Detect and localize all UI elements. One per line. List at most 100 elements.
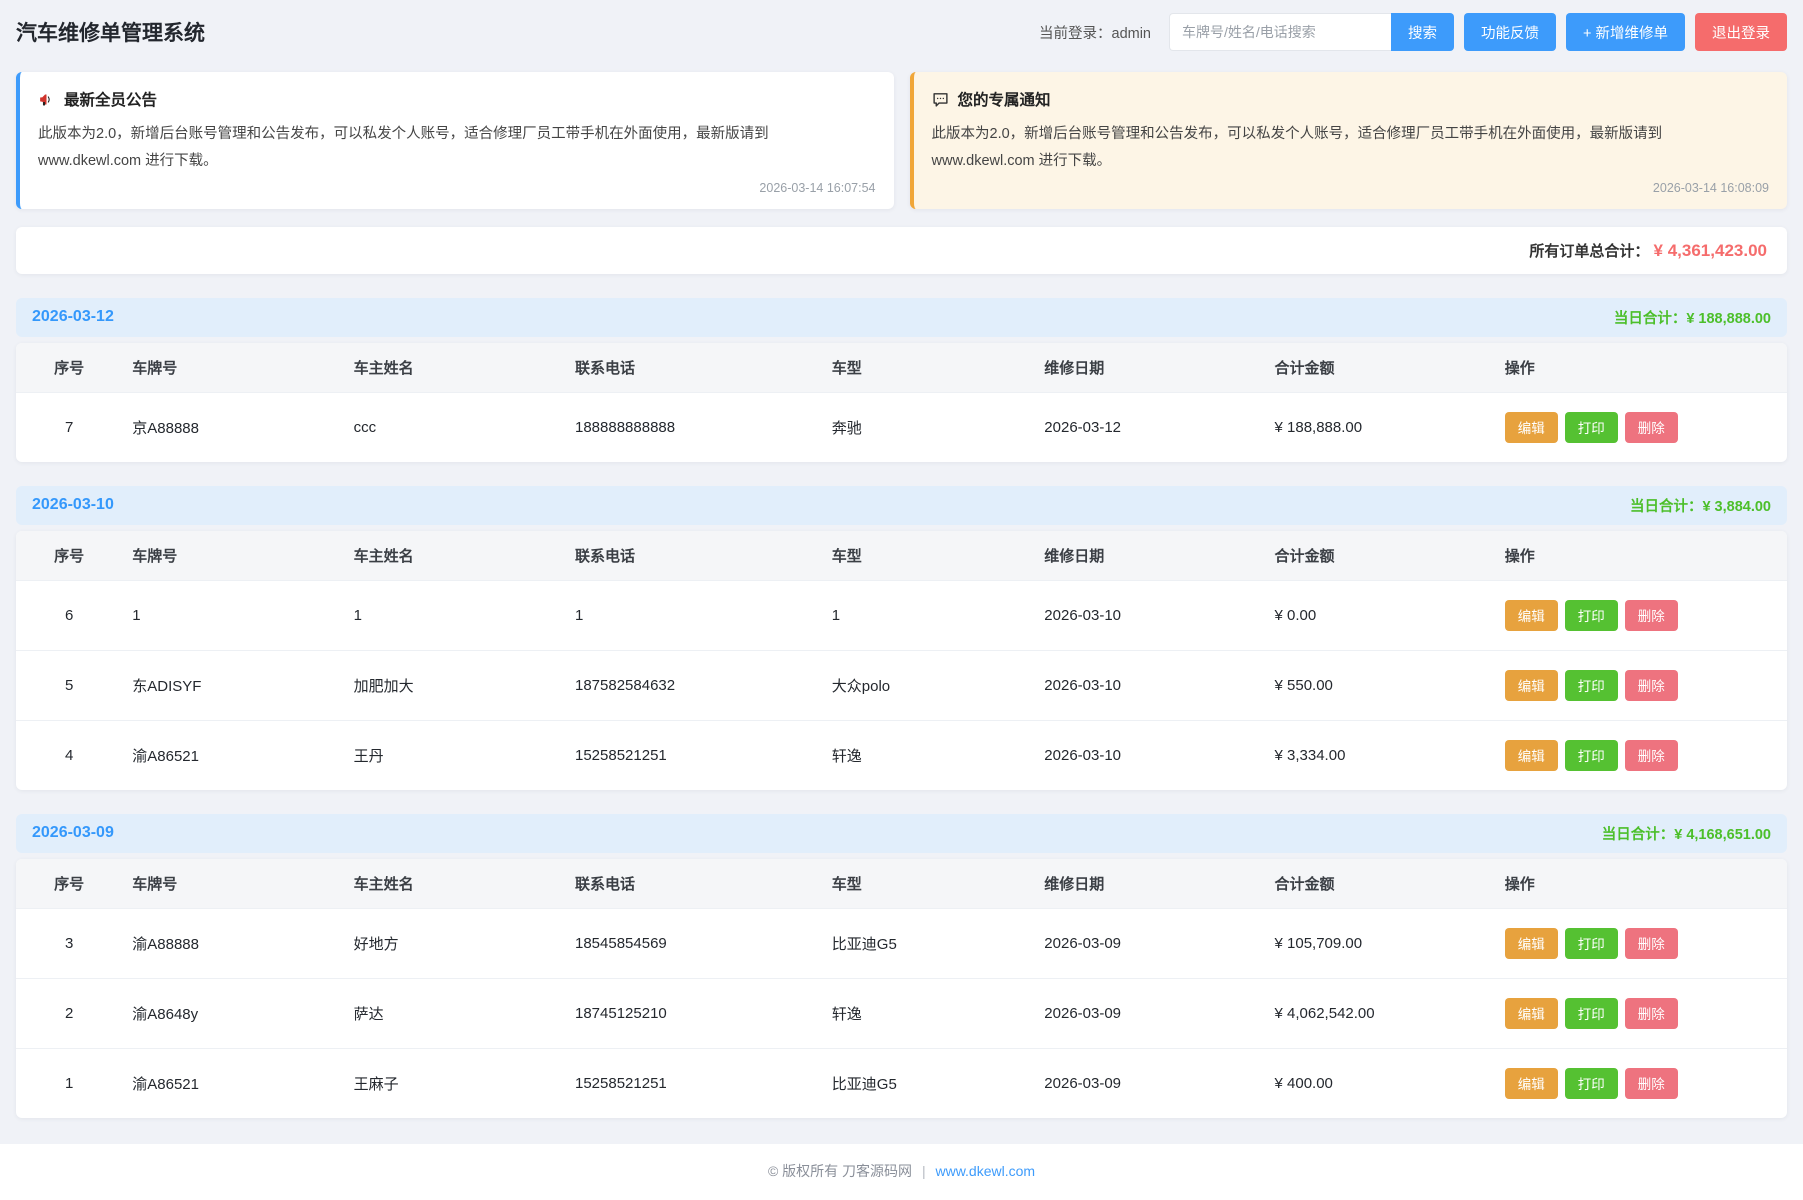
- day-total: 当日合计：¥ 188,888.00: [1614, 307, 1771, 328]
- orders-table-card: 序号车牌号车主姓名联系电话车型维修日期合计金额操作 611112026-03-1…: [16, 531, 1787, 790]
- cell-owner-name: 加肥加大: [344, 650, 565, 720]
- cell-owner-name: 好地方: [344, 908, 565, 978]
- column-header: 车主姓名: [344, 343, 565, 393]
- column-header: 车牌号: [122, 531, 343, 581]
- cell-car-model: 轩逸: [822, 978, 1035, 1048]
- cell-owner-name: 萨达: [344, 978, 565, 1048]
- table-body: 3渝A88888好地方18545854569比亚迪G52026-03-09¥ 1…: [16, 908, 1787, 1118]
- cell-repair-date: 2026-03-10: [1034, 580, 1264, 650]
- speech-bubble-icon: [932, 91, 949, 108]
- footer-link[interactable]: www.dkewl.com: [935, 1163, 1035, 1179]
- cell-repair-date: 2026-03-10: [1034, 720, 1264, 790]
- cell-car-model: 大众polo: [822, 650, 1035, 720]
- cell-car-model: 1: [822, 580, 1035, 650]
- cell-car-model: 轩逸: [822, 720, 1035, 790]
- search-input[interactable]: [1169, 13, 1391, 51]
- column-header: 联系电话: [565, 859, 822, 909]
- cell-phone: 15258521251: [565, 1048, 822, 1118]
- print-button[interactable]: 打印: [1565, 1068, 1618, 1099]
- column-header: 维修日期: [1034, 343, 1264, 393]
- delete-button[interactable]: 删除: [1625, 998, 1678, 1029]
- cell-amount: ¥ 3,334.00: [1265, 720, 1495, 790]
- announcement-title: 您的专属通知: [958, 88, 1051, 110]
- edit-button[interactable]: 编辑: [1505, 928, 1558, 959]
- day-total: 当日合计：¥ 4,168,651.00: [1602, 823, 1771, 844]
- row-actions: 编辑打印删除: [1495, 1048, 1787, 1118]
- column-header: 序号: [16, 859, 122, 909]
- announcements: 最新全员公告 此版本为2.0，新增后台账号管理和公告发布，可以私发个人账号，适合…: [16, 72, 1787, 209]
- announcement-title-row: 最新全员公告: [38, 88, 876, 110]
- table-row: 2渝A8648y萨达18745125210轩逸2026-03-09¥ 4,062…: [16, 978, 1787, 1048]
- edit-button[interactable]: 编辑: [1505, 1068, 1558, 1099]
- print-button[interactable]: 打印: [1565, 998, 1618, 1029]
- row-actions: 编辑打印删除: [1495, 650, 1787, 720]
- copyright-text: © 版权所有 刀客源码网: [768, 1163, 912, 1179]
- cell-amount: ¥ 188,888.00: [1265, 392, 1495, 462]
- megaphone-icon: [38, 91, 55, 108]
- print-button[interactable]: 打印: [1565, 928, 1618, 959]
- column-header: 维修日期: [1034, 531, 1264, 581]
- search-group: 搜索: [1169, 13, 1454, 51]
- day-section: 2026-03-09 当日合计：¥ 4,168,651.00 序号车牌号车主姓名…: [16, 814, 1787, 1118]
- delete-button[interactable]: 删除: [1625, 1068, 1678, 1099]
- cell-repair-date: 2026-03-10: [1034, 650, 1264, 720]
- print-button[interactable]: 打印: [1565, 412, 1618, 443]
- column-header: 合计金额: [1265, 859, 1495, 909]
- edit-button[interactable]: 编辑: [1505, 670, 1558, 701]
- cell-amount: ¥ 550.00: [1265, 650, 1495, 720]
- delete-button[interactable]: 删除: [1625, 600, 1678, 631]
- cell-car-model: 比亚迪G5: [822, 1048, 1035, 1118]
- section-date: 2026-03-12: [32, 308, 114, 326]
- print-button[interactable]: 打印: [1565, 670, 1618, 701]
- cell-phone: 18545854569: [565, 908, 822, 978]
- date-bar: 2026-03-09 当日合计：¥ 4,168,651.00: [16, 814, 1787, 853]
- announcement-card-global: 最新全员公告 此版本为2.0，新增后台账号管理和公告发布，可以私发个人账号，适合…: [16, 72, 894, 209]
- row-actions: 编辑打印删除: [1495, 908, 1787, 978]
- cell-owner-name: 1: [344, 580, 565, 650]
- table-body: 611112026-03-10¥ 0.00编辑打印删除5东ADISYF加肥加大1…: [16, 580, 1787, 790]
- column-header: 车型: [822, 343, 1035, 393]
- delete-button[interactable]: 删除: [1625, 412, 1678, 443]
- column-header: 操作: [1495, 531, 1787, 581]
- search-button[interactable]: 搜索: [1391, 13, 1454, 51]
- table-row: 1渝A86521王麻子15258521251比亚迪G52026-03-09¥ 4…: [16, 1048, 1787, 1118]
- announcement-card-personal: 您的专属通知 此版本为2.0，新增后台账号管理和公告发布，可以私发个人账号，适合…: [910, 72, 1788, 209]
- login-status: 当前登录：admin: [1039, 22, 1151, 43]
- column-header: 车主姓名: [344, 531, 565, 581]
- edit-button[interactable]: 编辑: [1505, 600, 1558, 631]
- cell-phone: 1: [565, 580, 822, 650]
- cell-car-model: 比亚迪G5: [822, 908, 1035, 978]
- print-button[interactable]: 打印: [1565, 740, 1618, 771]
- table-row: 7京A88888ccc188888888888奔驰2026-03-12¥ 188…: [16, 392, 1787, 462]
- column-header: 合计金额: [1265, 531, 1495, 581]
- row-actions: 编辑打印删除: [1495, 580, 1787, 650]
- edit-button[interactable]: 编辑: [1505, 412, 1558, 443]
- delete-button[interactable]: 删除: [1625, 740, 1678, 771]
- column-header: 车型: [822, 531, 1035, 581]
- delete-button[interactable]: 删除: [1625, 928, 1678, 959]
- feedback-button[interactable]: 功能反馈: [1464, 13, 1556, 51]
- sections: 2026-03-12 当日合计：¥ 188,888.00 序号车牌号车主姓名联系…: [16, 298, 1787, 1118]
- edit-button[interactable]: 编辑: [1505, 740, 1558, 771]
- orders-table: 序号车牌号车主姓名联系电话车型维修日期合计金额操作 611112026-03-1…: [16, 531, 1787, 790]
- footer-separator: |: [922, 1163, 926, 1179]
- cell-repair-date: 2026-03-09: [1034, 908, 1264, 978]
- top-bar: 汽车维修单管理系统 当前登录：admin 搜索 功能反馈 + 新增维修单 退出登…: [16, 0, 1787, 64]
- date-bar: 2026-03-12 当日合计：¥ 188,888.00: [16, 298, 1787, 337]
- edit-button[interactable]: 编辑: [1505, 998, 1558, 1029]
- orders-table: 序号车牌号车主姓名联系电话车型维修日期合计金额操作 7京A88888ccc188…: [16, 343, 1787, 462]
- print-button[interactable]: 打印: [1565, 600, 1618, 631]
- cell-plate: 东ADISYF: [122, 650, 343, 720]
- cell-amount: ¥ 400.00: [1265, 1048, 1495, 1118]
- delete-button[interactable]: 删除: [1625, 670, 1678, 701]
- add-repair-order-button[interactable]: + 新增维修单: [1566, 13, 1685, 51]
- cell-car-model: 奔驰: [822, 392, 1035, 462]
- cell-phone: 188888888888: [565, 392, 822, 462]
- cell-phone: 187582584632: [565, 650, 822, 720]
- column-header: 合计金额: [1265, 343, 1495, 393]
- logout-button[interactable]: 退出登录: [1695, 13, 1787, 51]
- cell-owner-name: 王麻子: [344, 1048, 565, 1118]
- cell-plate: 渝A86521: [122, 720, 343, 790]
- announcement-body: 此版本为2.0，新增后台账号管理和公告发布，可以私发个人账号，适合修理厂员工带手…: [38, 121, 876, 175]
- table-row: 5东ADISYF加肥加大187582584632大众polo2026-03-10…: [16, 650, 1787, 720]
